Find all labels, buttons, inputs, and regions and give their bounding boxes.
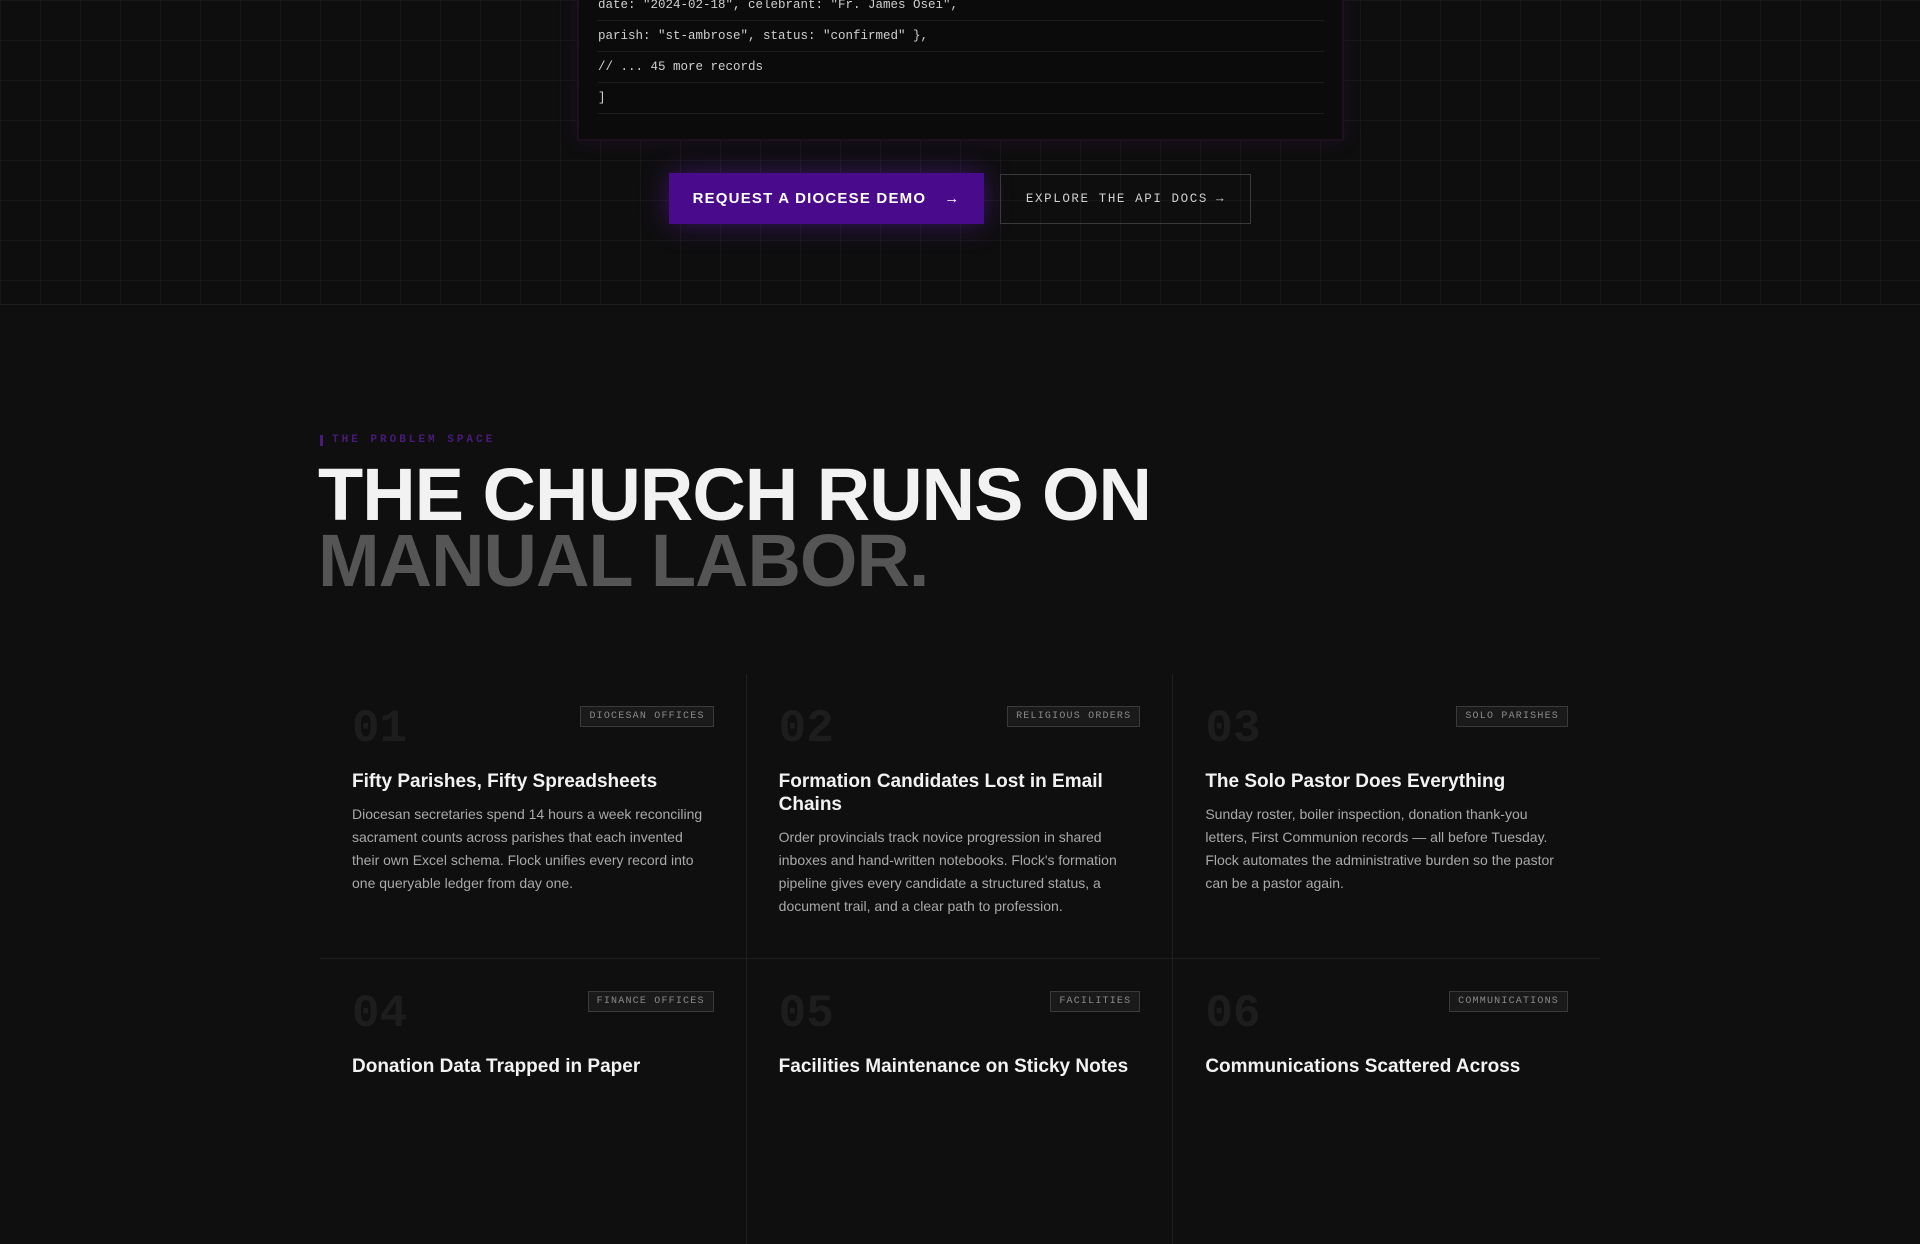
card-body: Sunday roster, boiler inspection, donati… <box>1205 806 1554 891</box>
eyebrow-label: THE PROBLEM SPACE <box>332 434 496 446</box>
section-headline: THE CHURCH RUNS ON MANUAL LABOR. <box>318 458 1152 602</box>
card-title: Fifty Parishes, Fifty Spreadsheets <box>352 771 658 792</box>
code-sample-panel: date: "2024-02-18", celebrant: "Fr. Jame… <box>577 0 1344 141</box>
request-demo-label: REQUEST A DIOCESE DEMO <box>692 190 927 207</box>
hero-section: date: "2024-02-18", celebrant: "Fr. Jame… <box>0 0 1920 305</box>
eyebrow-bar-icon <box>320 434 323 446</box>
problem-card: 05 FACILITIES Facilities Maintenance on … <box>747 959 1174 1244</box>
card-body: Diocesan secretaries spend 14 hours a we… <box>352 806 703 891</box>
code-line: date: "2024-02-18", celebrant: "Fr. Jame… <box>598 0 1324 21</box>
code-line: parish: "st-ambrose", status: "confirmed… <box>598 21 1324 52</box>
card-tag-badge: COMMUNICATIONS <box>1449 991 1568 1012</box>
problem-card: 06 COMMUNICATIONS Communications Scatter… <box>1173 959 1600 1244</box>
arrow-right-icon: → <box>944 190 961 207</box>
code-line: ] <box>598 83 1324 114</box>
code-line: // ... 45 more records <box>598 52 1324 83</box>
card-title: Facilities Maintenance on Sticky Notes <box>778 1056 1129 1077</box>
card-tag-badge: DIOCESAN OFFICES <box>580 706 714 727</box>
card-body: Order provincials track novice progressi… <box>778 829 1117 914</box>
card-tag-badge: FACILITIES <box>1050 991 1141 1012</box>
problem-card: 01 DIOCESAN OFFICES Fifty Parishes, Fift… <box>320 674 747 959</box>
card-tag-badge: SOLO PARISHES <box>1456 706 1568 727</box>
problem-card: 03 SOLO PARISHES The Solo Pastor Does Ev… <box>1173 674 1600 959</box>
request-demo-button[interactable]: REQUEST A DIOCESE DEMO → <box>669 173 984 224</box>
card-title: The Solo Pastor Does Everything <box>1205 771 1506 792</box>
problem-card: 04 FINANCE OFFICES Donation Data Trapped… <box>320 959 747 1244</box>
problem-card: 02 RELIGIOUS ORDERS Formation Candidates… <box>746 674 1174 959</box>
explore-api-docs-button[interactable]: EXPLORE THE API DOCS → <box>1000 174 1251 224</box>
card-tag-badge: FINANCE OFFICES <box>587 991 714 1012</box>
arrow-right-icon: → <box>1215 192 1226 206</box>
section-eyebrow: THE PROBLEM SPACE <box>320 434 495 446</box>
card-title: Communications Scattered Across <box>1205 1056 1521 1077</box>
card-title: Donation Data Trapped in Paper <box>352 1056 641 1077</box>
explore-api-docs-label: EXPLORE THE API DOCS <box>1025 192 1208 206</box>
card-tag-badge: RELIGIOUS ORDERS <box>1007 706 1141 727</box>
card-title: Formation Candidates Lost in Email Chain… <box>778 771 1103 815</box>
headline-line-2: MANUAL LABOR. <box>318 519 929 602</box>
problem-cards-grid: 01 DIOCESAN OFFICES Fifty Parishes, Fift… <box>320 674 1600 1244</box>
